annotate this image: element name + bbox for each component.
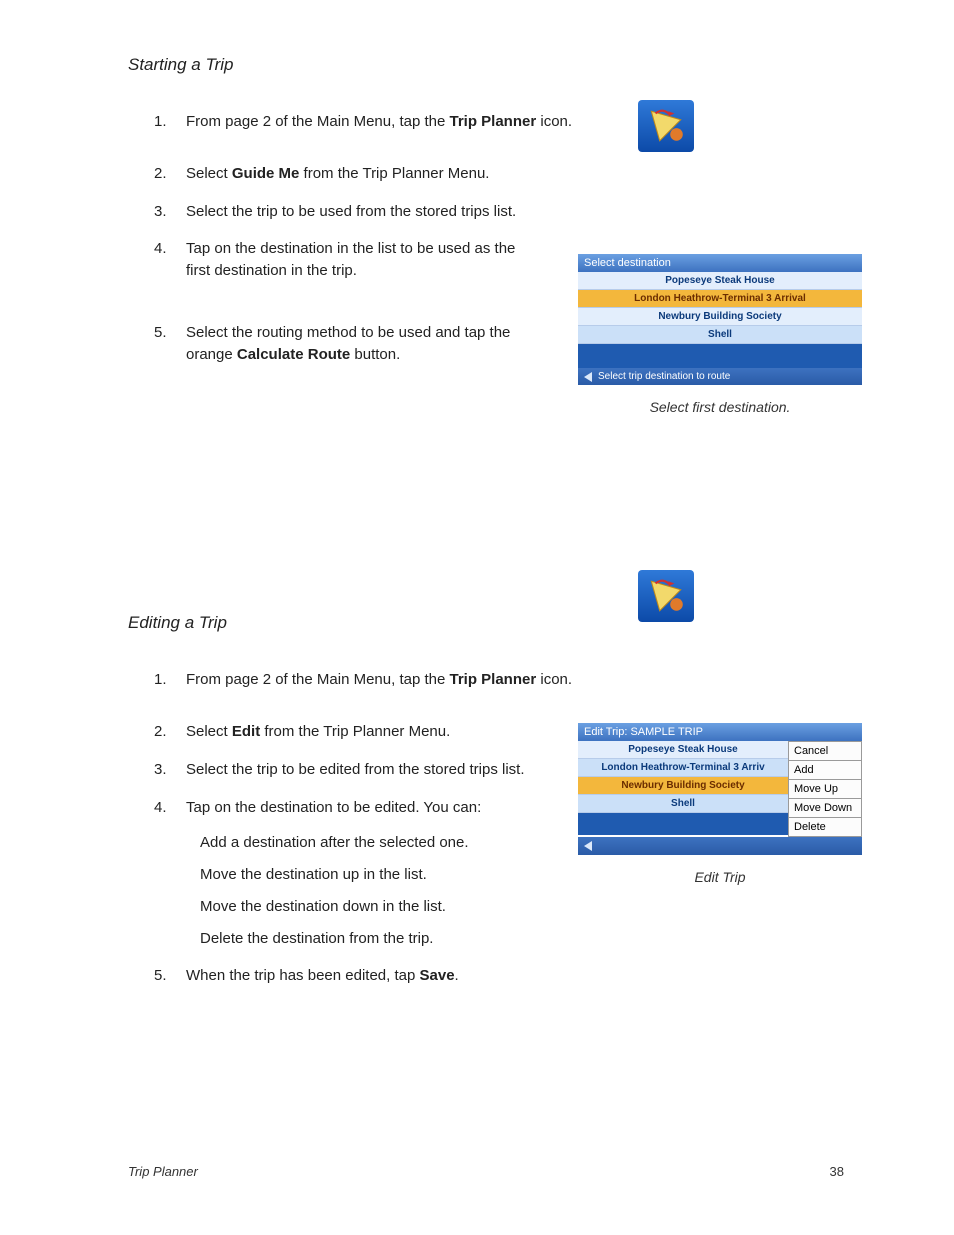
back-icon bbox=[584, 841, 592, 851]
step-text: From page 2 of the Main Menu, tap the Tr… bbox=[186, 111, 844, 133]
section-heading-starting: Starting a Trip bbox=[128, 55, 844, 75]
menu-item-delete: Delete bbox=[788, 818, 862, 837]
context-menu: Cancel Add Move Up Move Down Delete bbox=[788, 741, 862, 837]
trip-planner-icon bbox=[638, 570, 694, 622]
step-num: 1. bbox=[128, 669, 186, 691]
step-num: 4. bbox=[128, 238, 186, 282]
menu-item-move-up: Move Up bbox=[788, 780, 862, 799]
page-number: 38 bbox=[830, 1164, 844, 1179]
step-text: Tap on the destination to be edited. You… bbox=[186, 797, 534, 950]
shot-header: Select destination bbox=[578, 254, 862, 272]
menu-item-add: Add bbox=[788, 761, 862, 780]
figure-caption: Edit Trip bbox=[578, 869, 862, 885]
list-item: Shell bbox=[578, 326, 862, 344]
step-text: Select the routing method to be used and… bbox=[186, 322, 534, 366]
shot-footer: Select trip destination to route bbox=[578, 368, 862, 385]
step-text: Tap on the destination in the list to be… bbox=[186, 238, 534, 282]
step-text: Select Guide Me from the Trip Planner Me… bbox=[186, 163, 844, 185]
menu-item-cancel: Cancel bbox=[788, 741, 862, 761]
step-text: From page 2 of the Main Menu, tap the Tr… bbox=[186, 669, 844, 691]
step-num: 2. bbox=[128, 163, 186, 185]
step-text: When the trip has been edited, tap Save. bbox=[186, 965, 844, 987]
trip-planner-icon bbox=[638, 100, 694, 152]
back-icon bbox=[584, 372, 592, 382]
step-num: 5. bbox=[128, 322, 186, 366]
menu-item-move-down: Move Down bbox=[788, 799, 862, 818]
list-item: London Heathrow-Terminal 3 Arrival bbox=[578, 290, 862, 308]
section-heading-editing: Editing a Trip bbox=[128, 613, 844, 633]
figure-caption: Select first destination. bbox=[578, 399, 862, 415]
edit-trip-screenshot: Edit Trip: SAMPLE TRIP Popeseye Steak Ho… bbox=[578, 723, 862, 885]
step-num: 3. bbox=[128, 201, 186, 223]
list-item: Popeseye Steak House bbox=[578, 741, 788, 759]
list-item: London Heathrow-Terminal 3 Arriv bbox=[578, 759, 788, 777]
step-num: 5. bbox=[128, 965, 186, 987]
list-item: Newbury Building Society bbox=[578, 777, 788, 795]
select-destination-screenshot: Select destination Popeseye Steak House … bbox=[578, 254, 862, 415]
step-num: 1. bbox=[128, 111, 186, 133]
list-item: Newbury Building Society bbox=[578, 308, 862, 326]
shot-header: Edit Trip: SAMPLE TRIP bbox=[578, 723, 862, 741]
step-num: 4. bbox=[128, 797, 186, 950]
step-text: Select the trip to be used from the stor… bbox=[186, 201, 844, 223]
step-num: 2. bbox=[128, 721, 186, 743]
list-item: Popeseye Steak House bbox=[578, 272, 862, 290]
step-num: 3. bbox=[128, 759, 186, 781]
list-item: Shell bbox=[578, 795, 788, 813]
footer-title: Trip Planner bbox=[128, 1164, 198, 1179]
